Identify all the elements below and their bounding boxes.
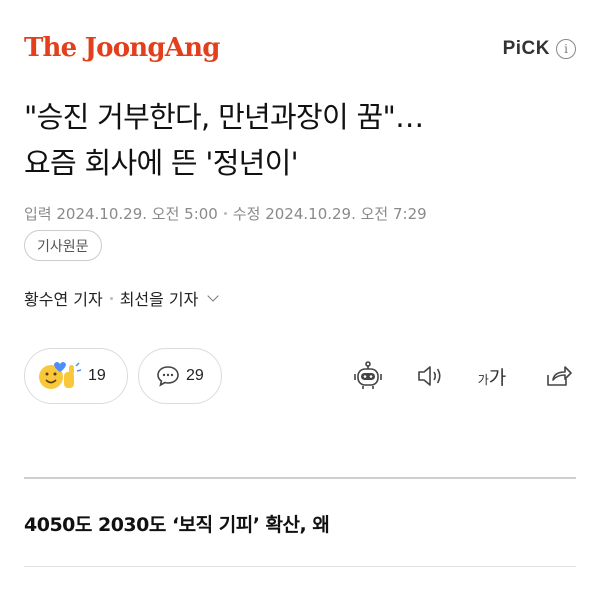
share-button[interactable] bbox=[540, 358, 576, 394]
article-header: The JoongAng PiCK i bbox=[0, 0, 600, 90]
speaker-icon bbox=[418, 366, 441, 386]
reporter-name[interactable]: 최선을 기자 bbox=[120, 286, 199, 310]
text-to-speech-button[interactable] bbox=[412, 358, 448, 394]
reporters[interactable]: 황수연 기자 최선을 기자 bbox=[24, 286, 220, 310]
article-dates: 입력 2024.10.29. 오전 5:00 수정 2024.10.29. 오전… bbox=[24, 203, 427, 224]
separator-dot bbox=[223, 212, 227, 215]
comment-button[interactable]: 29 bbox=[138, 348, 222, 404]
subheading-divider bbox=[24, 566, 576, 567]
comment-icon bbox=[157, 366, 179, 387]
font-size-icon: 가가 bbox=[477, 366, 507, 389]
article-subheading: 4050도 2030도 ‘보직 기피’ 확산, 왜 bbox=[24, 514, 330, 536]
modified-date: 수정 2024.10.29. 오전 7:29 bbox=[232, 205, 427, 223]
reporter-name[interactable]: 황수연 기자 bbox=[24, 286, 103, 310]
font-size-button[interactable]: 가가 bbox=[474, 358, 510, 394]
info-icon[interactable]: i bbox=[556, 39, 576, 59]
separator-dot bbox=[109, 296, 113, 300]
pick-label: PiCK bbox=[502, 38, 550, 59]
original-article-button[interactable]: 기사원문 bbox=[24, 230, 102, 261]
headline-line-1: "승진 거부한다, 만년과장이 꿈"… bbox=[24, 100, 424, 134]
headline: "승진 거부한다, 만년과장이 꿈"… 요즘 회사에 뜬 '정년이' bbox=[24, 94, 584, 186]
pick-badge[interactable]: PiCK i bbox=[503, 38, 576, 60]
ai-robot-icon bbox=[354, 361, 382, 389]
reaction-button[interactable]: 19 bbox=[24, 348, 128, 404]
published-date: 입력 2024.10.29. 오전 5:00 bbox=[24, 205, 218, 223]
reaction-emoji-icon bbox=[39, 362, 82, 389]
comment-count: 29 bbox=[186, 367, 204, 384]
reaction-count: 19 bbox=[88, 367, 106, 384]
headline-line-2: 요즘 회사에 뜬 '정년이' bbox=[24, 146, 299, 180]
share-icon bbox=[547, 366, 572, 386]
chevron-down-icon[interactable] bbox=[207, 290, 220, 302]
brand-logo[interactable]: The JoongAng bbox=[24, 33, 220, 63]
section-divider bbox=[24, 477, 576, 479]
ai-summary-button[interactable] bbox=[350, 358, 386, 394]
